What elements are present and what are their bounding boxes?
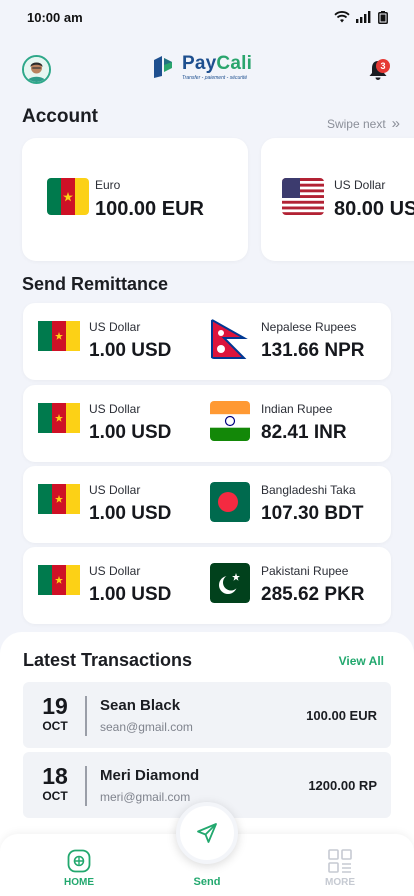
transactions-title: Latest Transactions xyxy=(23,650,193,670)
cameroon-flag-icon xyxy=(38,403,80,433)
cameroon-flag-icon xyxy=(47,178,89,215)
status-bar: 10:00 am xyxy=(0,0,414,34)
send-button[interactable] xyxy=(176,802,238,864)
bangladesh-flag-icon xyxy=(210,482,250,522)
to-amount: 285.62 PKR xyxy=(261,584,365,605)
remittance-card-pkr[interactable]: US Dollar 1.00 USD Pakistani Rupee 285.6… xyxy=(23,547,391,624)
app-header: PayCali Transfer - paiement - sécurité 3 xyxy=(0,52,414,88)
logo-tagline: Transfer - paiement - sécurité xyxy=(182,75,248,81)
transaction-email: sean@gmail.com xyxy=(100,720,193,734)
from-currency-name: US Dollar xyxy=(89,483,141,497)
home-icon xyxy=(67,849,91,873)
to-amount: 131.66 NPR xyxy=(261,340,365,361)
nav-more-label: MORE xyxy=(325,877,355,888)
cameroon-flag-icon xyxy=(38,484,80,514)
signal-icon xyxy=(356,11,371,23)
transaction-row[interactable]: 19 OCT Sean Black sean@gmail.com 100.00 … xyxy=(23,682,391,748)
nepal-flag-icon xyxy=(211,319,248,359)
to-currency-name: Bangladeshi Taka xyxy=(261,483,356,497)
transaction-amount: 1200.00 RP xyxy=(308,778,377,793)
india-flag-icon xyxy=(210,401,250,441)
to-amount: 82.41 INR xyxy=(261,422,347,443)
transaction-name: Sean Black xyxy=(100,697,181,714)
wifi-icon xyxy=(334,11,350,23)
usa-flag-icon xyxy=(282,178,324,215)
to-currency-name: Nepalese Rupees xyxy=(261,320,357,334)
transaction-day: 18 xyxy=(42,763,68,789)
transaction-email: meri@gmail.com xyxy=(100,790,191,804)
swipe-next-button[interactable]: Swipe next » xyxy=(327,115,400,132)
account-title: Account xyxy=(22,106,98,127)
notification-badge: 3 xyxy=(376,59,390,73)
transaction-day: 19 xyxy=(42,693,68,719)
cameroon-flag-icon xyxy=(38,565,80,595)
pakistan-flag-icon xyxy=(210,563,250,603)
view-all-link[interactable]: View All xyxy=(339,654,384,668)
transaction-name: Meri Diamond xyxy=(100,767,200,784)
paper-plane-icon xyxy=(197,823,217,843)
remittance-card-inr[interactable]: US Dollar 1.00 USD Indian Rupee 82.41 IN… xyxy=(23,385,391,462)
account-card-usd[interactable]: US Dollar 80.00 USD xyxy=(261,138,414,261)
from-currency-name: US Dollar xyxy=(89,320,141,334)
transaction-month: OCT xyxy=(42,789,68,803)
from-amount: 1.00 USD xyxy=(89,584,172,605)
account-amount: 100.00 EUR xyxy=(95,198,204,220)
from-currency-name: US Dollar xyxy=(89,402,141,416)
status-time: 10:00 am xyxy=(27,9,83,25)
account-amount: 80.00 USD xyxy=(334,198,414,220)
transaction-amount: 100.00 EUR xyxy=(306,708,377,723)
from-amount: 1.00 USD xyxy=(89,340,172,361)
remittance-card-npr[interactable]: US Dollar 1.00 USD Nepalese Rupees 131.6… xyxy=(23,303,391,380)
battery-icon xyxy=(378,10,388,24)
from-amount: 1.00 USD xyxy=(89,422,172,443)
nav-home-label: HOME xyxy=(64,877,94,888)
logo-name-pay: Pay xyxy=(182,53,217,74)
paycali-logo: PayCali Transfer - paiement - sécurité xyxy=(152,54,252,81)
grid-menu-icon xyxy=(328,849,352,873)
to-currency-name: Indian Rupee xyxy=(261,402,333,416)
avatar[interactable] xyxy=(22,55,51,84)
from-currency-name: US Dollar xyxy=(89,564,141,578)
from-amount: 1.00 USD xyxy=(89,503,172,524)
logo-mark-icon xyxy=(154,56,172,78)
status-icons xyxy=(334,10,388,24)
account-currency-name: US Dollar xyxy=(334,178,386,192)
remittance-card-bdt[interactable]: US Dollar 1.00 USD Bangladeshi Taka 107.… xyxy=(23,466,391,543)
swipe-next-label: Swipe next xyxy=(326,116,386,131)
account-card-euro[interactable]: Euro 100.00 EUR xyxy=(22,138,248,261)
cameroon-flag-icon xyxy=(38,321,80,351)
divider xyxy=(85,766,87,806)
logo-name-cali: Cali xyxy=(216,53,253,74)
transaction-month: OCT xyxy=(42,719,68,733)
account-currency-name: Euro xyxy=(95,178,121,192)
divider xyxy=(85,696,87,736)
send-label: Send xyxy=(193,876,221,888)
to-currency-name: Pakistani Rupee xyxy=(261,564,349,578)
double-chevron-right-icon: » xyxy=(391,115,400,132)
avatar-image-icon xyxy=(24,57,49,82)
to-amount: 107.30 BDT xyxy=(261,503,364,524)
send-remittance-title: Send Remittance xyxy=(22,274,169,294)
